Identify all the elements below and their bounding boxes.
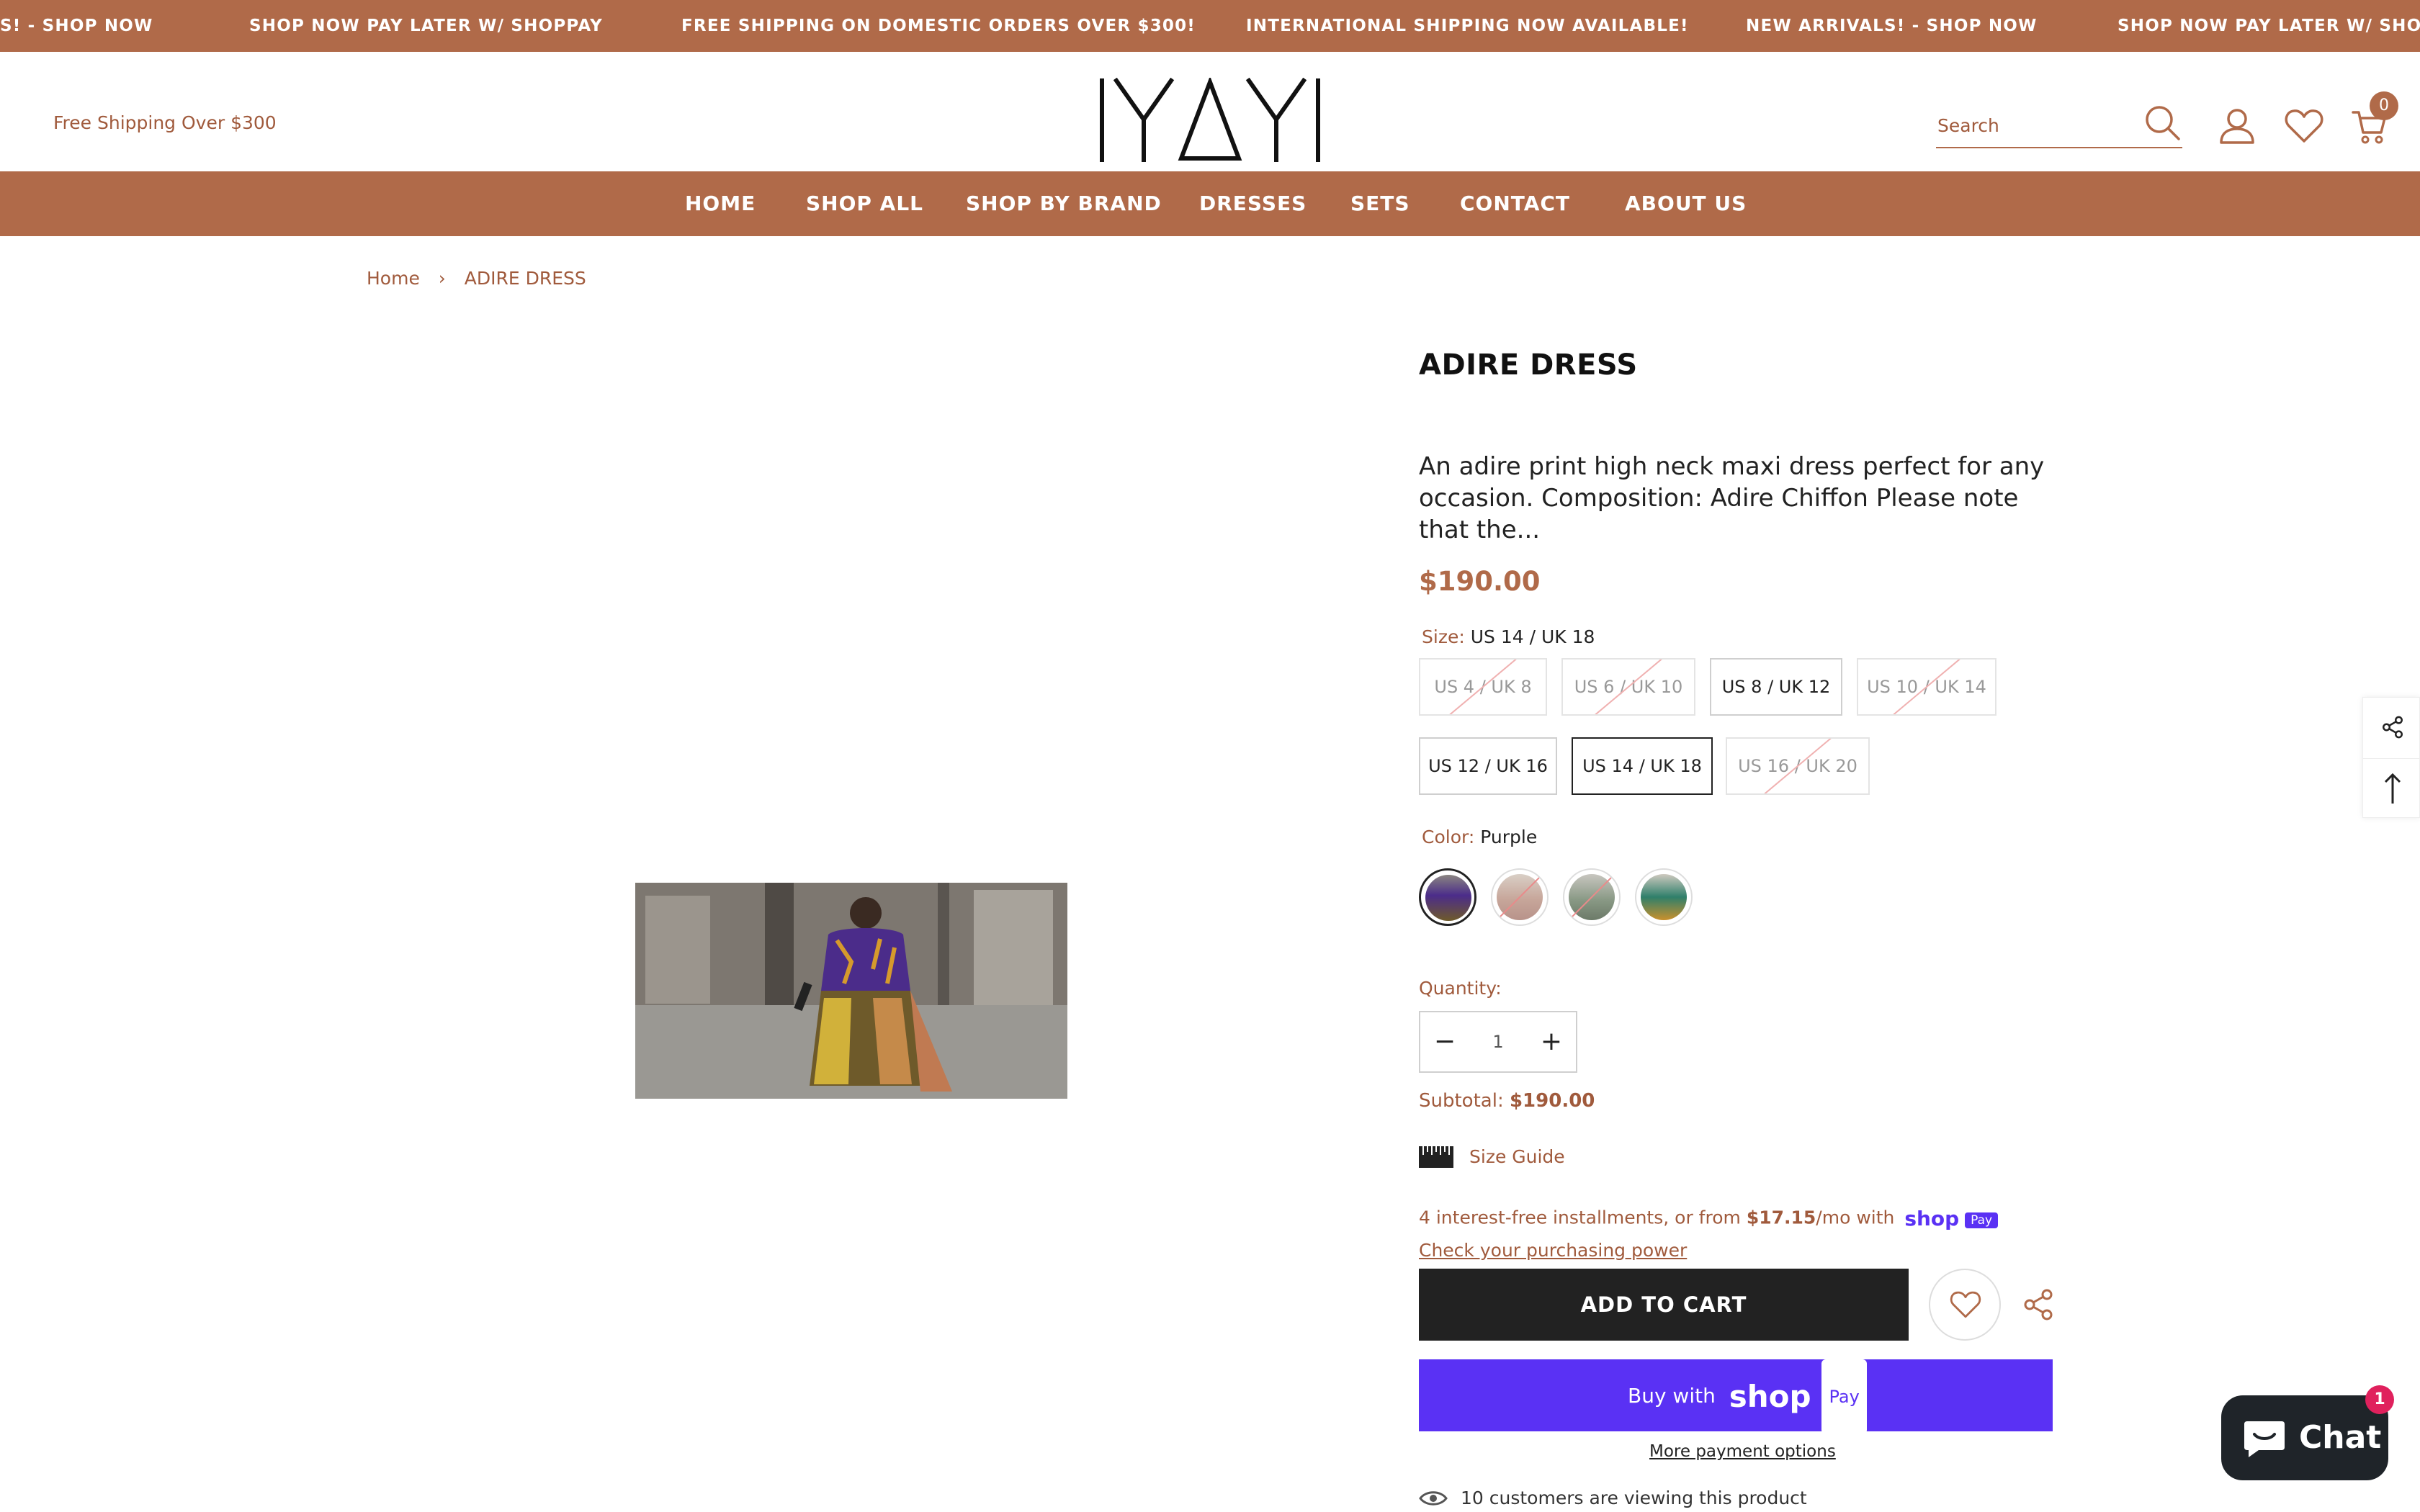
arrow-up-icon	[2384, 773, 2401, 804]
back-to-top-button[interactable]	[2363, 758, 2420, 819]
ruler-icon	[1419, 1146, 1453, 1168]
chat-bubble-icon	[2244, 1421, 2285, 1457]
size-option-selected[interactable]: US 14 / UK 18	[1572, 737, 1713, 795]
product-title: ADIRE DRESS	[1419, 348, 1638, 382]
quantity-input[interactable]	[1466, 1012, 1530, 1071]
color-label: Color: Purple	[1422, 827, 1538, 847]
wishlist-heart-icon[interactable]	[2285, 108, 2323, 144]
size-option[interactable]: US 16 / UK 20	[1726, 737, 1870, 795]
floating-share-button[interactable]	[2363, 698, 2420, 758]
chat-notification-badge: 1	[2365, 1385, 2394, 1414]
breadcrumb: Home › ADIRE DRESS	[367, 268, 586, 289]
eye-icon	[1419, 1491, 1448, 1506]
color-selected-value: Purple	[1480, 827, 1538, 847]
size-selected-value: US 14 / UK 18	[1470, 626, 1595, 647]
add-to-cart-button[interactable]: ADD TO CART	[1419, 1269, 1909, 1341]
product-image[interactable]	[635, 883, 1067, 1099]
more-payment-options-link[interactable]: More payment options	[1649, 1442, 1836, 1461]
nav-item-shop-all[interactable]: SHOP ALL	[806, 171, 923, 236]
check-purchasing-power-link[interactable]: Check your purchasing power	[1419, 1240, 1687, 1261]
quantity-stepper: − +	[1419, 1011, 1577, 1073]
size-option[interactable]: US 6 / UK 10	[1561, 658, 1695, 716]
share-icon	[2383, 716, 2403, 739]
free-shipping-text: Free Shipping Over $300	[53, 112, 277, 133]
cart-count-badge: 0	[2370, 91, 2398, 120]
announcement-item[interactable]: FREE SHIPPING ON DOMESTIC ORDERS OVER $3…	[681, 0, 1196, 52]
breadcrumb-current: ADIRE DRESS	[464, 268, 586, 289]
shop-pay-installments: 4 interest-free installments, or from $1…	[1419, 1207, 1999, 1230]
site-header: Free Shipping Over $300	[0, 52, 2420, 171]
nav-item-contact[interactable]: CONTACT	[1460, 171, 1570, 236]
main-nav: HOME SHOP ALL SHOP BY BRAND DRESSES SETS…	[0, 171, 2420, 236]
announcement-bar: S! - SHOP NOW SHOP NOW PAY LATER W/ SHOP…	[0, 0, 2420, 52]
plus-icon[interactable]: +	[1530, 1012, 1573, 1071]
search-box	[1936, 98, 2182, 148]
color-swatch[interactable]	[1635, 868, 1693, 926]
size-option[interactable]: US 10 / UK 14	[1857, 658, 1996, 716]
announcement-item[interactable]: S! - SHOP NOW	[0, 0, 153, 52]
subtotal-value: $190.00	[1509, 1090, 1595, 1112]
announcement-item[interactable]: NEW ARRIVALS! - SHOP NOW	[1746, 0, 2038, 52]
share-icon[interactable]	[2021, 1287, 2056, 1322]
announcement-item[interactable]: SHOP NOW PAY LATER W/ SHOPPAY	[249, 0, 603, 52]
shop-pay-logo-icon: shop Pay	[1729, 1359, 1867, 1434]
minus-icon[interactable]: −	[1423, 1012, 1466, 1071]
nav-item-sets[interactable]: SETS	[1350, 171, 1410, 236]
size-label: Size: US 14 / UK 18	[1422, 626, 1595, 647]
buy-with-shop-pay-button[interactable]: Buy with shop Pay	[1419, 1359, 2053, 1434]
chat-button[interactable]: Chat	[2221, 1395, 2388, 1480]
heart-icon	[1950, 1291, 1981, 1318]
product-price: $190.00	[1419, 566, 1541, 597]
installment-amount: $17.15	[1746, 1207, 1816, 1228]
product-description: An adire print high neck maxi dress perf…	[1419, 452, 2045, 544]
floating-tools	[2362, 697, 2420, 818]
announcement-item[interactable]: SHOP NOW PAY LATER W/ SHOPP	[2118, 0, 2420, 52]
chevron-right-icon: ›	[438, 268, 446, 289]
size-option[interactable]: US 4 / UK 8	[1419, 658, 1547, 716]
nav-item-about-us[interactable]: ABOUT US	[1625, 171, 1747, 236]
color-swatch[interactable]	[1563, 868, 1621, 926]
shop-pay-logo-icon: shop Pay	[1904, 1207, 1999, 1230]
announcement-item[interactable]: INTERNATIONAL SHIPPING NOW AVAILABLE!	[1246, 0, 1689, 52]
account-icon[interactable]	[2218, 107, 2256, 144]
nav-item-dresses[interactable]: DRESSES	[1199, 171, 1307, 236]
add-to-wishlist-button[interactable]	[1929, 1269, 2001, 1341]
nav-item-home[interactable]: HOME	[685, 171, 756, 236]
nav-item-shop-by-brand[interactable]: SHOP BY BRAND	[966, 171, 1162, 236]
color-swatch-selected[interactable]	[1419, 868, 1476, 926]
size-option[interactable]: US 8 / UK 12	[1710, 658, 1842, 716]
size-option[interactable]: US 12 / UK 16	[1419, 737, 1557, 795]
color-swatch[interactable]	[1491, 868, 1549, 926]
breadcrumb-home[interactable]: Home	[367, 268, 420, 289]
subtotal: Subtotal: $190.00	[1419, 1090, 1595, 1112]
quantity-label: Quantity:	[1419, 978, 1502, 999]
search-input[interactable]	[1937, 111, 2132, 140]
brand-logo[interactable]	[1095, 76, 1325, 163]
search-icon[interactable]	[2143, 104, 2181, 141]
